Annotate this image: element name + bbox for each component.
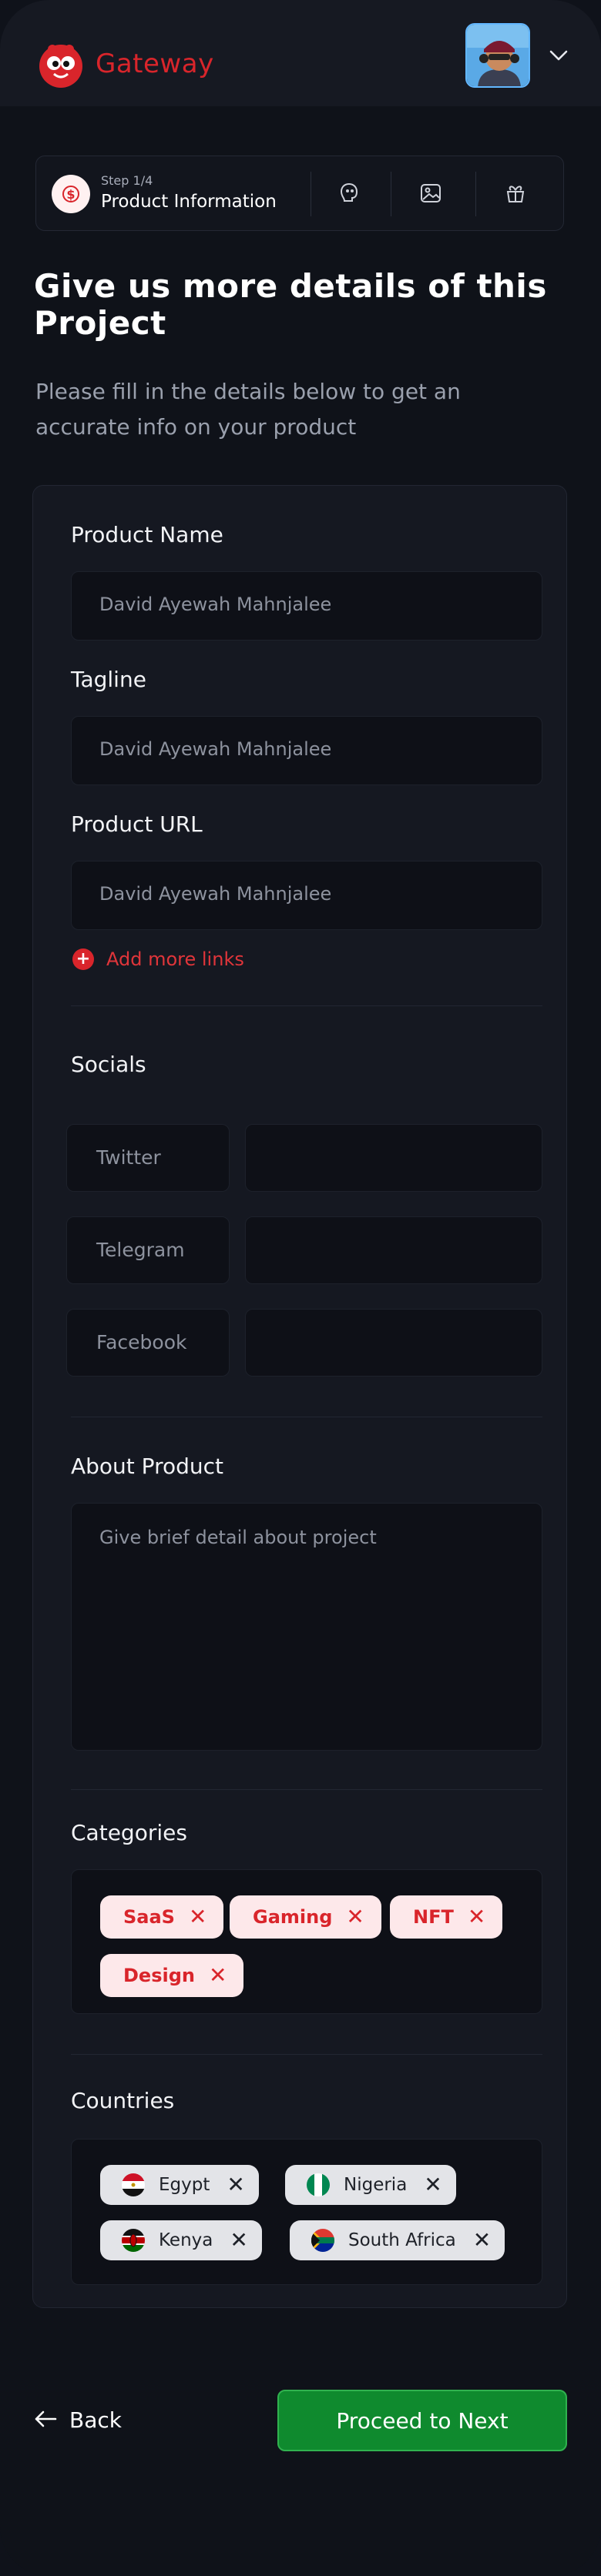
user-avatar[interactable] — [465, 23, 530, 88]
chevron-down-icon[interactable] — [549, 48, 569, 63]
divider — [71, 1789, 542, 1790]
product-name-input[interactable]: David Ayewah Mahnjalee — [71, 571, 542, 641]
product-name-value: David Ayewah Mahnjalee — [99, 594, 332, 615]
category-chip: Gaming ✕ — [230, 1895, 381, 1939]
facebook-input[interactable] — [245, 1309, 542, 1377]
about-product-textarea[interactable]: Give brief detail about project — [71, 1503, 542, 1751]
category-label: NFT — [413, 1906, 454, 1928]
page-subtitle: Please fill in the details below to get … — [35, 379, 461, 440]
social-name: Twitter — [96, 1146, 161, 1169]
add-more-links-button[interactable]: + Add more links — [72, 948, 244, 970]
close-icon[interactable]: ✕ — [468, 1906, 485, 1928]
country-label: Egypt — [159, 2175, 210, 2195]
countries-box[interactable] — [71, 2139, 542, 2285]
divider — [475, 172, 476, 216]
egypt-flag-icon — [122, 2173, 145, 2196]
social-facebook-name: Facebook — [66, 1309, 230, 1377]
product-name-label: Product Name — [71, 522, 223, 547]
country-chip: Kenya ✕ — [100, 2220, 262, 2260]
image-icon[interactable] — [418, 181, 443, 206]
countries-label: Countries — [71, 2088, 175, 2113]
app-frame: Gateway $ Step 1/4 Product Information G… — [0, 0, 601, 2576]
categories-label: Categories — [71, 1820, 187, 1845]
product-icon: $ — [52, 175, 90, 213]
country-chip: Nigeria ✕ — [285, 2165, 456, 2205]
step-title: Product Information — [101, 192, 277, 212]
step-progress: $ Step 1/4 Product Information — [35, 156, 564, 231]
tagline-label: Tagline — [71, 667, 146, 692]
product-url-label: Product URL — [71, 811, 203, 837]
category-label: Design — [123, 1965, 195, 1986]
gift-icon[interactable] — [503, 181, 528, 206]
social-telegram-name: Telegram — [66, 1216, 230, 1284]
close-icon[interactable]: ✕ — [424, 2174, 442, 2196]
close-icon[interactable]: ✕ — [230, 2230, 247, 2251]
proceed-button[interactable]: Proceed to Next — [277, 2390, 567, 2451]
divider — [71, 2054, 542, 2055]
kenya-flag-icon — [122, 2229, 145, 2252]
tagline-input[interactable]: David Ayewah Mahnjalee — [71, 716, 542, 785]
category-chip: SaaS ✕ — [100, 1895, 224, 1939]
country-chip: Egypt ✕ — [100, 2165, 259, 2205]
product-url-input[interactable]: David Ayewah Mahnjalee — [71, 861, 542, 930]
about-product-label: About Product — [71, 1454, 223, 1479]
step-counter: Step 1/4 — [101, 173, 153, 188]
page-title: Give us more details of this Project — [34, 267, 547, 342]
telegram-input[interactable] — [245, 1216, 542, 1284]
socials-label: Socials — [71, 1052, 146, 1077]
svg-text:$: $ — [66, 187, 75, 202]
twitter-input[interactable] — [245, 1124, 542, 1192]
category-chip: NFT ✕ — [390, 1895, 503, 1939]
back-button[interactable]: Back — [34, 2407, 122, 2433]
plus-icon: + — [72, 948, 94, 970]
logo[interactable]: Gateway — [35, 38, 214, 89]
close-icon[interactable]: ✕ — [473, 2230, 491, 2251]
logo-text: Gateway — [96, 49, 214, 79]
south-africa-flag-icon — [311, 2229, 334, 2252]
category-chip: Design ✕ — [100, 1954, 244, 1997]
close-icon[interactable]: ✕ — [189, 1906, 206, 1928]
top-header: Gateway — [0, 0, 601, 106]
category-label: SaaS — [123, 1906, 175, 1928]
close-icon[interactable]: ✕ — [227, 2174, 244, 2196]
country-chip: South Africa ✕ — [290, 2220, 505, 2260]
close-icon[interactable]: ✕ — [209, 1965, 227, 1986]
social-name: Telegram — [96, 1239, 185, 1261]
close-icon[interactable]: ✕ — [346, 1906, 364, 1928]
social-twitter-name: Twitter — [66, 1124, 230, 1192]
social-name: Facebook — [96, 1331, 187, 1353]
country-label: Kenya — [159, 2230, 213, 2250]
arrow-left-icon — [34, 2407, 57, 2433]
category-label: Gaming — [253, 1906, 333, 1928]
about-placeholder: Give brief detail about project — [99, 1527, 377, 1548]
tagline-value: David Ayewah Mahnjalee — [99, 738, 332, 760]
logo-mascot-icon — [35, 38, 86, 89]
face-icon[interactable] — [337, 181, 361, 206]
divider — [71, 1005, 542, 1006]
nigeria-flag-icon — [307, 2173, 330, 2196]
back-label: Back — [69, 2407, 122, 2433]
add-more-links-label: Add more links — [106, 948, 244, 970]
product-url-value: David Ayewah Mahnjalee — [99, 883, 332, 905]
country-label: South Africa — [348, 2230, 456, 2250]
country-label: Nigeria — [344, 2175, 408, 2195]
